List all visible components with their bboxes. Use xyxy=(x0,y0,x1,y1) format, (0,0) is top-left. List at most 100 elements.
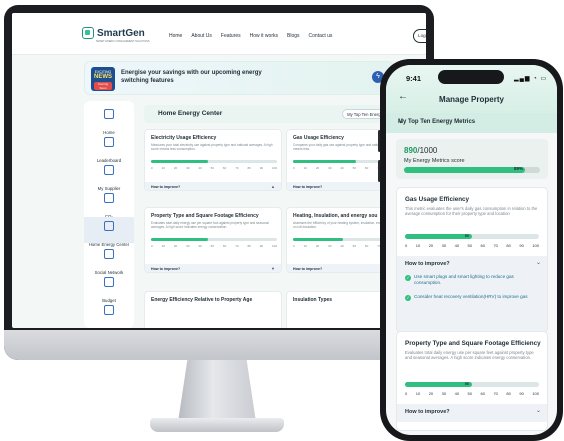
improvement-tip: ✓ Use smart plugs and smart lighting to r… xyxy=(405,274,539,286)
score-bar: 50 xyxy=(405,234,539,239)
score-bar-fill xyxy=(151,160,208,163)
chevron-down-icon: ⌄ xyxy=(535,260,541,266)
sidebar-item-my-supplier[interactable]: My Supplier xyxy=(84,161,134,191)
score-bar xyxy=(151,238,277,241)
tick-label: 70 xyxy=(235,244,239,248)
sidebar-item-home[interactable]: Home xyxy=(84,105,134,135)
score-progress-bar: 89% xyxy=(404,166,540,173)
logout-button[interactable]: Logout xyxy=(413,29,426,43)
score-bar-fill: 50 xyxy=(405,382,472,387)
tick-label: 60 xyxy=(480,243,485,248)
metric-card-gas: Gas Usage Efficiency This metric evaluat… xyxy=(396,187,548,333)
nav-home[interactable]: Home xyxy=(169,33,182,39)
tick-label: 60 xyxy=(364,166,369,170)
tick-label: 90 xyxy=(519,243,524,248)
bar-ticks: 0 10 20 30 40 50 60 70 80 90 100 xyxy=(405,243,539,248)
tick-label: 100 xyxy=(271,244,277,248)
score-bar: 50 xyxy=(405,382,539,387)
check-icon: ✓ xyxy=(405,275,411,281)
tick-label: 70 xyxy=(493,243,498,248)
tick-label: 50 xyxy=(467,391,472,396)
card-description: Measures your total electricity use agai… xyxy=(151,143,273,151)
tick-label: 50 xyxy=(210,166,214,170)
sidebar-item-more[interactable] xyxy=(84,301,134,327)
tick-label: 50 xyxy=(210,244,214,248)
improvement-tip: ✓ Consider heat recovery ventilation(HRV)… xyxy=(405,294,539,301)
score-bar xyxy=(151,160,277,163)
logo-icon xyxy=(82,27,94,39)
tick-label: 70 xyxy=(235,166,239,170)
how-to-improve-panel[interactable]: How to improve? ⌄ ✓ Use smart plugs and s… xyxy=(397,256,547,332)
tick-label: 0 xyxy=(293,166,295,170)
how-to-improve-toggle[interactable]: How to improve? ⌄ xyxy=(397,404,547,422)
tick-label: 20 xyxy=(428,391,434,396)
tick-label: 20 xyxy=(173,244,178,248)
brand-name: SmartGen xyxy=(97,27,145,39)
tick-label: 40 xyxy=(340,244,344,248)
bar-ticks: 0 10 20 30 40 50 60 70 80 90 100 xyxy=(405,391,539,396)
tick-label: 20 xyxy=(315,244,320,248)
tick-label: 60 xyxy=(222,244,227,248)
score-value: 890/1000 xyxy=(404,146,437,155)
badge-bottom-text: Coming Soon xyxy=(94,82,112,90)
bar-ticks: 0 10 20 30 40 50 60 70 80 90 100 xyxy=(151,244,277,248)
tick-label: 10 xyxy=(303,166,307,170)
metric-card-property-age: Energy Efficiency Relative to Property A… xyxy=(144,291,282,328)
sidebar-item-co2[interactable]: CO₂ xyxy=(84,189,134,219)
energy-score-card: 890/1000 My Energy Metrics score 89% xyxy=(396,139,548,179)
nav-contact[interactable]: Contact us xyxy=(309,33,333,39)
how-to-improve-label: How to improve? xyxy=(405,409,450,415)
tip-text: Use smart plugs and smart lighting to re… xyxy=(414,274,514,285)
nav-about[interactable]: About Us xyxy=(191,33,212,39)
score-bar-fill xyxy=(293,238,344,241)
tick-label: 80 xyxy=(506,243,511,248)
product-mockup: SmartGen SMART ENERGY MANAGEMENT SOLUTIO… xyxy=(0,0,564,441)
how-to-improve-toggle[interactable]: How to improve? ▼ xyxy=(145,264,281,272)
brand-logo[interactable]: SmartGen xyxy=(82,27,145,39)
monitor-stand xyxy=(178,360,256,422)
desktop-screen: SmartGen SMART ENERGY MANAGEMENT SOLUTIO… xyxy=(12,13,426,328)
sidebar-item-budget[interactable]: Budget xyxy=(84,273,134,303)
banner-text: Energise your savings with our upcoming … xyxy=(121,70,262,84)
tick-label: 70 xyxy=(493,391,498,396)
tick-label: 90 xyxy=(259,166,264,170)
how-to-improve-label: How to improve? xyxy=(293,185,323,189)
tick-label: 90 xyxy=(519,391,524,396)
tick-label: 30 xyxy=(328,244,332,248)
tick-label: 50 xyxy=(467,243,472,248)
supplier-icon xyxy=(104,165,114,175)
social-network-icon xyxy=(104,249,114,259)
tick-label: 60 xyxy=(364,244,369,248)
check-icon: ✓ xyxy=(405,295,411,301)
tick-label: 10 xyxy=(161,244,165,248)
bar-value: 50 xyxy=(464,233,469,238)
sidebar-item-home-energy-center[interactable]: Home Energy Center xyxy=(84,217,134,247)
bar-ticks: 0 10 20 30 40 50 60 70 80 90 100 xyxy=(151,166,277,170)
how-to-improve-toggle[interactable]: How to improve? ▲ xyxy=(145,182,281,190)
status-time: 9:41 xyxy=(406,74,422,83)
bar-value: 50 xyxy=(464,381,469,386)
card-description: Evaluates total daily energy use per squ… xyxy=(151,221,269,229)
score-label: My Energy Metrics score xyxy=(404,158,465,164)
score-number: 890 xyxy=(404,146,418,155)
tick-label: 40 xyxy=(454,391,460,396)
how-to-improve-label: How to improve? xyxy=(151,267,181,271)
tick-label: 30 xyxy=(441,243,447,248)
nav-features[interactable]: Features xyxy=(221,33,241,39)
chevron-down-icon: ▼ xyxy=(271,266,275,271)
metric-card-property-type: Property Type and Square Footage Efficie… xyxy=(144,207,282,273)
home-icon xyxy=(104,109,114,119)
energy-center-icon xyxy=(104,221,114,231)
metrics-section-header[interactable]: My Top Ten Energy Metrics ⌄ xyxy=(386,113,557,133)
section-title: Home Energy Center xyxy=(158,110,223,117)
nav-blogs[interactable]: Blogs xyxy=(287,33,300,39)
sidebar-item-social-network[interactable]: Social Network xyxy=(84,245,134,275)
tick-label: 10 xyxy=(415,391,421,396)
tick-label: 10 xyxy=(161,166,165,170)
nav-how-it-works[interactable]: How it works xyxy=(250,33,278,39)
tick-label: 20 xyxy=(173,166,178,170)
tick-label: 100 xyxy=(271,166,277,170)
sidebar-item-leaderboard[interactable]: Leaderboard xyxy=(84,133,134,163)
tick-label: 80 xyxy=(247,244,251,248)
top-navigation: SmartGen SMART ENERGY MANAGEMENT SOLUTIO… xyxy=(12,13,426,55)
